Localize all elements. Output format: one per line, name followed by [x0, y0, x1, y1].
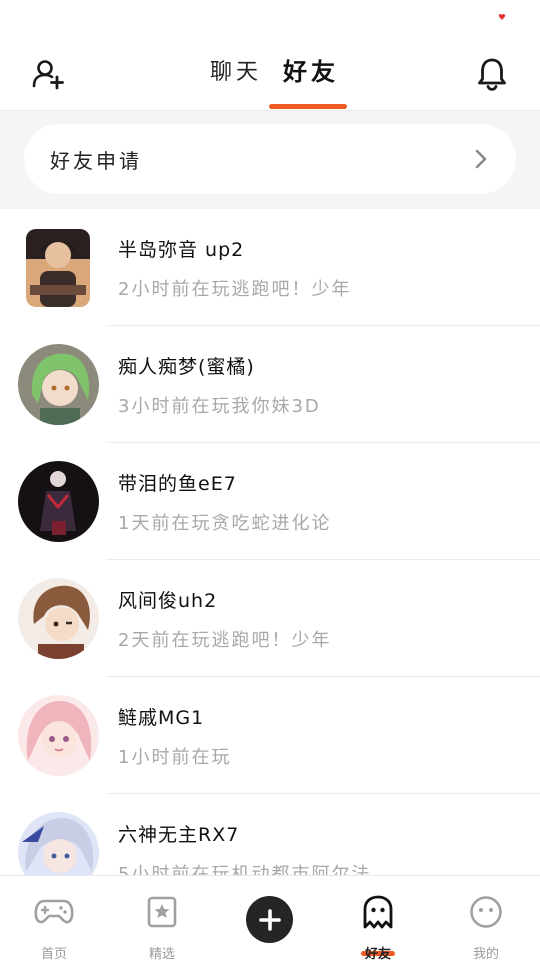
- friend-name: 风间俊uh2: [118, 590, 218, 612]
- nav-friends[interactable]: 好友: [338, 890, 418, 962]
- friend-avatar[interactable]: [18, 461, 99, 542]
- friend-row[interactable]: 鲢戚MG1 1小时前在玩: [0, 677, 540, 794]
- bell-icon: [478, 58, 506, 91]
- add-user-icon: [32, 60, 64, 90]
- nav-me[interactable]: 我的: [446, 890, 526, 962]
- friend-avatar[interactable]: [18, 812, 99, 875]
- friend-avatar[interactable]: [26, 229, 90, 307]
- friend-request-button[interactable]: 好友申请: [24, 124, 516, 194]
- friend-name: 半岛弥音 up2: [118, 239, 245, 261]
- friend-row[interactable]: 半岛弥音 up2 2小时前在玩逃跑吧！少年: [0, 209, 540, 326]
- friend-activity: 2小时前在玩逃跑吧！少年: [118, 279, 352, 300]
- status-bar: [0, 0, 540, 36]
- friend-activity: 5小时前在玩机动都市阿尔法: [118, 864, 372, 875]
- friend-name: 痴人痴梦(蜜橘): [118, 356, 255, 378]
- friend-activity: 1小时前在玩: [118, 747, 232, 768]
- friend-avatar[interactable]: [18, 695, 99, 776]
- friend-activity: 2天前在玩逃跑吧！少年: [118, 630, 332, 651]
- tab-chat[interactable]: 聊天: [210, 54, 262, 86]
- friend-activity: 1天前在玩贪吃蛇进化论: [118, 513, 332, 534]
- friend-row[interactable]: 六神无主RX7 5小时前在玩机动都市阿尔法: [0, 794, 540, 875]
- chevron-right-icon: [475, 149, 487, 169]
- nav-label: 好友: [364, 947, 391, 962]
- friend-activity: 3小时前在玩我你妹3D: [118, 396, 321, 417]
- friend-request-label: 好友申请: [50, 149, 142, 173]
- nav-home[interactable]: 首页: [14, 890, 94, 962]
- notification-dot-icon: [498, 14, 506, 20]
- ghost-icon: [358, 894, 398, 930]
- friend-name: 六神无主RX7: [118, 824, 240, 846]
- friends-list: 半岛弥音 up2 2小时前在玩逃跑吧！少年 痴人痴梦(蜜橘) 3小时前在玩我你妹…: [0, 209, 540, 875]
- friend-row[interactable]: 痴人痴梦(蜜橘) 3小时前在玩我你妹3D: [0, 326, 540, 443]
- add-friend-button[interactable]: [28, 54, 68, 94]
- nav-label: 精选: [148, 947, 175, 962]
- top-nav: 聊天 好友: [0, 36, 540, 111]
- bottom-nav: 首页 精选 好友 我的: [0, 875, 540, 962]
- friend-name: 带泪的鱼eE7: [118, 473, 237, 495]
- nav-label: 我的: [472, 947, 499, 962]
- friend-avatar[interactable]: [18, 344, 99, 425]
- notifications-button[interactable]: [472, 54, 512, 94]
- smiley-icon: [466, 894, 506, 930]
- nav-label: 首页: [40, 947, 67, 962]
- gamepad-icon: [34, 894, 74, 930]
- friend-row[interactable]: 风间俊uh2 2天前在玩逃跑吧！少年: [0, 560, 540, 677]
- friend-avatar[interactable]: [18, 578, 99, 659]
- create-button[interactable]: [246, 896, 293, 943]
- tab-friends[interactable]: 好友: [283, 52, 339, 87]
- star-bookmark-icon: [142, 894, 182, 930]
- friend-request-section: 好友申请: [0, 111, 540, 209]
- friend-row[interactable]: 带泪的鱼eE7 1天前在玩贪吃蛇进化论: [0, 443, 540, 560]
- active-tab-indicator: [269, 104, 347, 109]
- nav-featured[interactable]: 精选: [122, 890, 202, 962]
- plus-icon: [258, 908, 281, 931]
- friend-name: 鲢戚MG1: [118, 707, 205, 729]
